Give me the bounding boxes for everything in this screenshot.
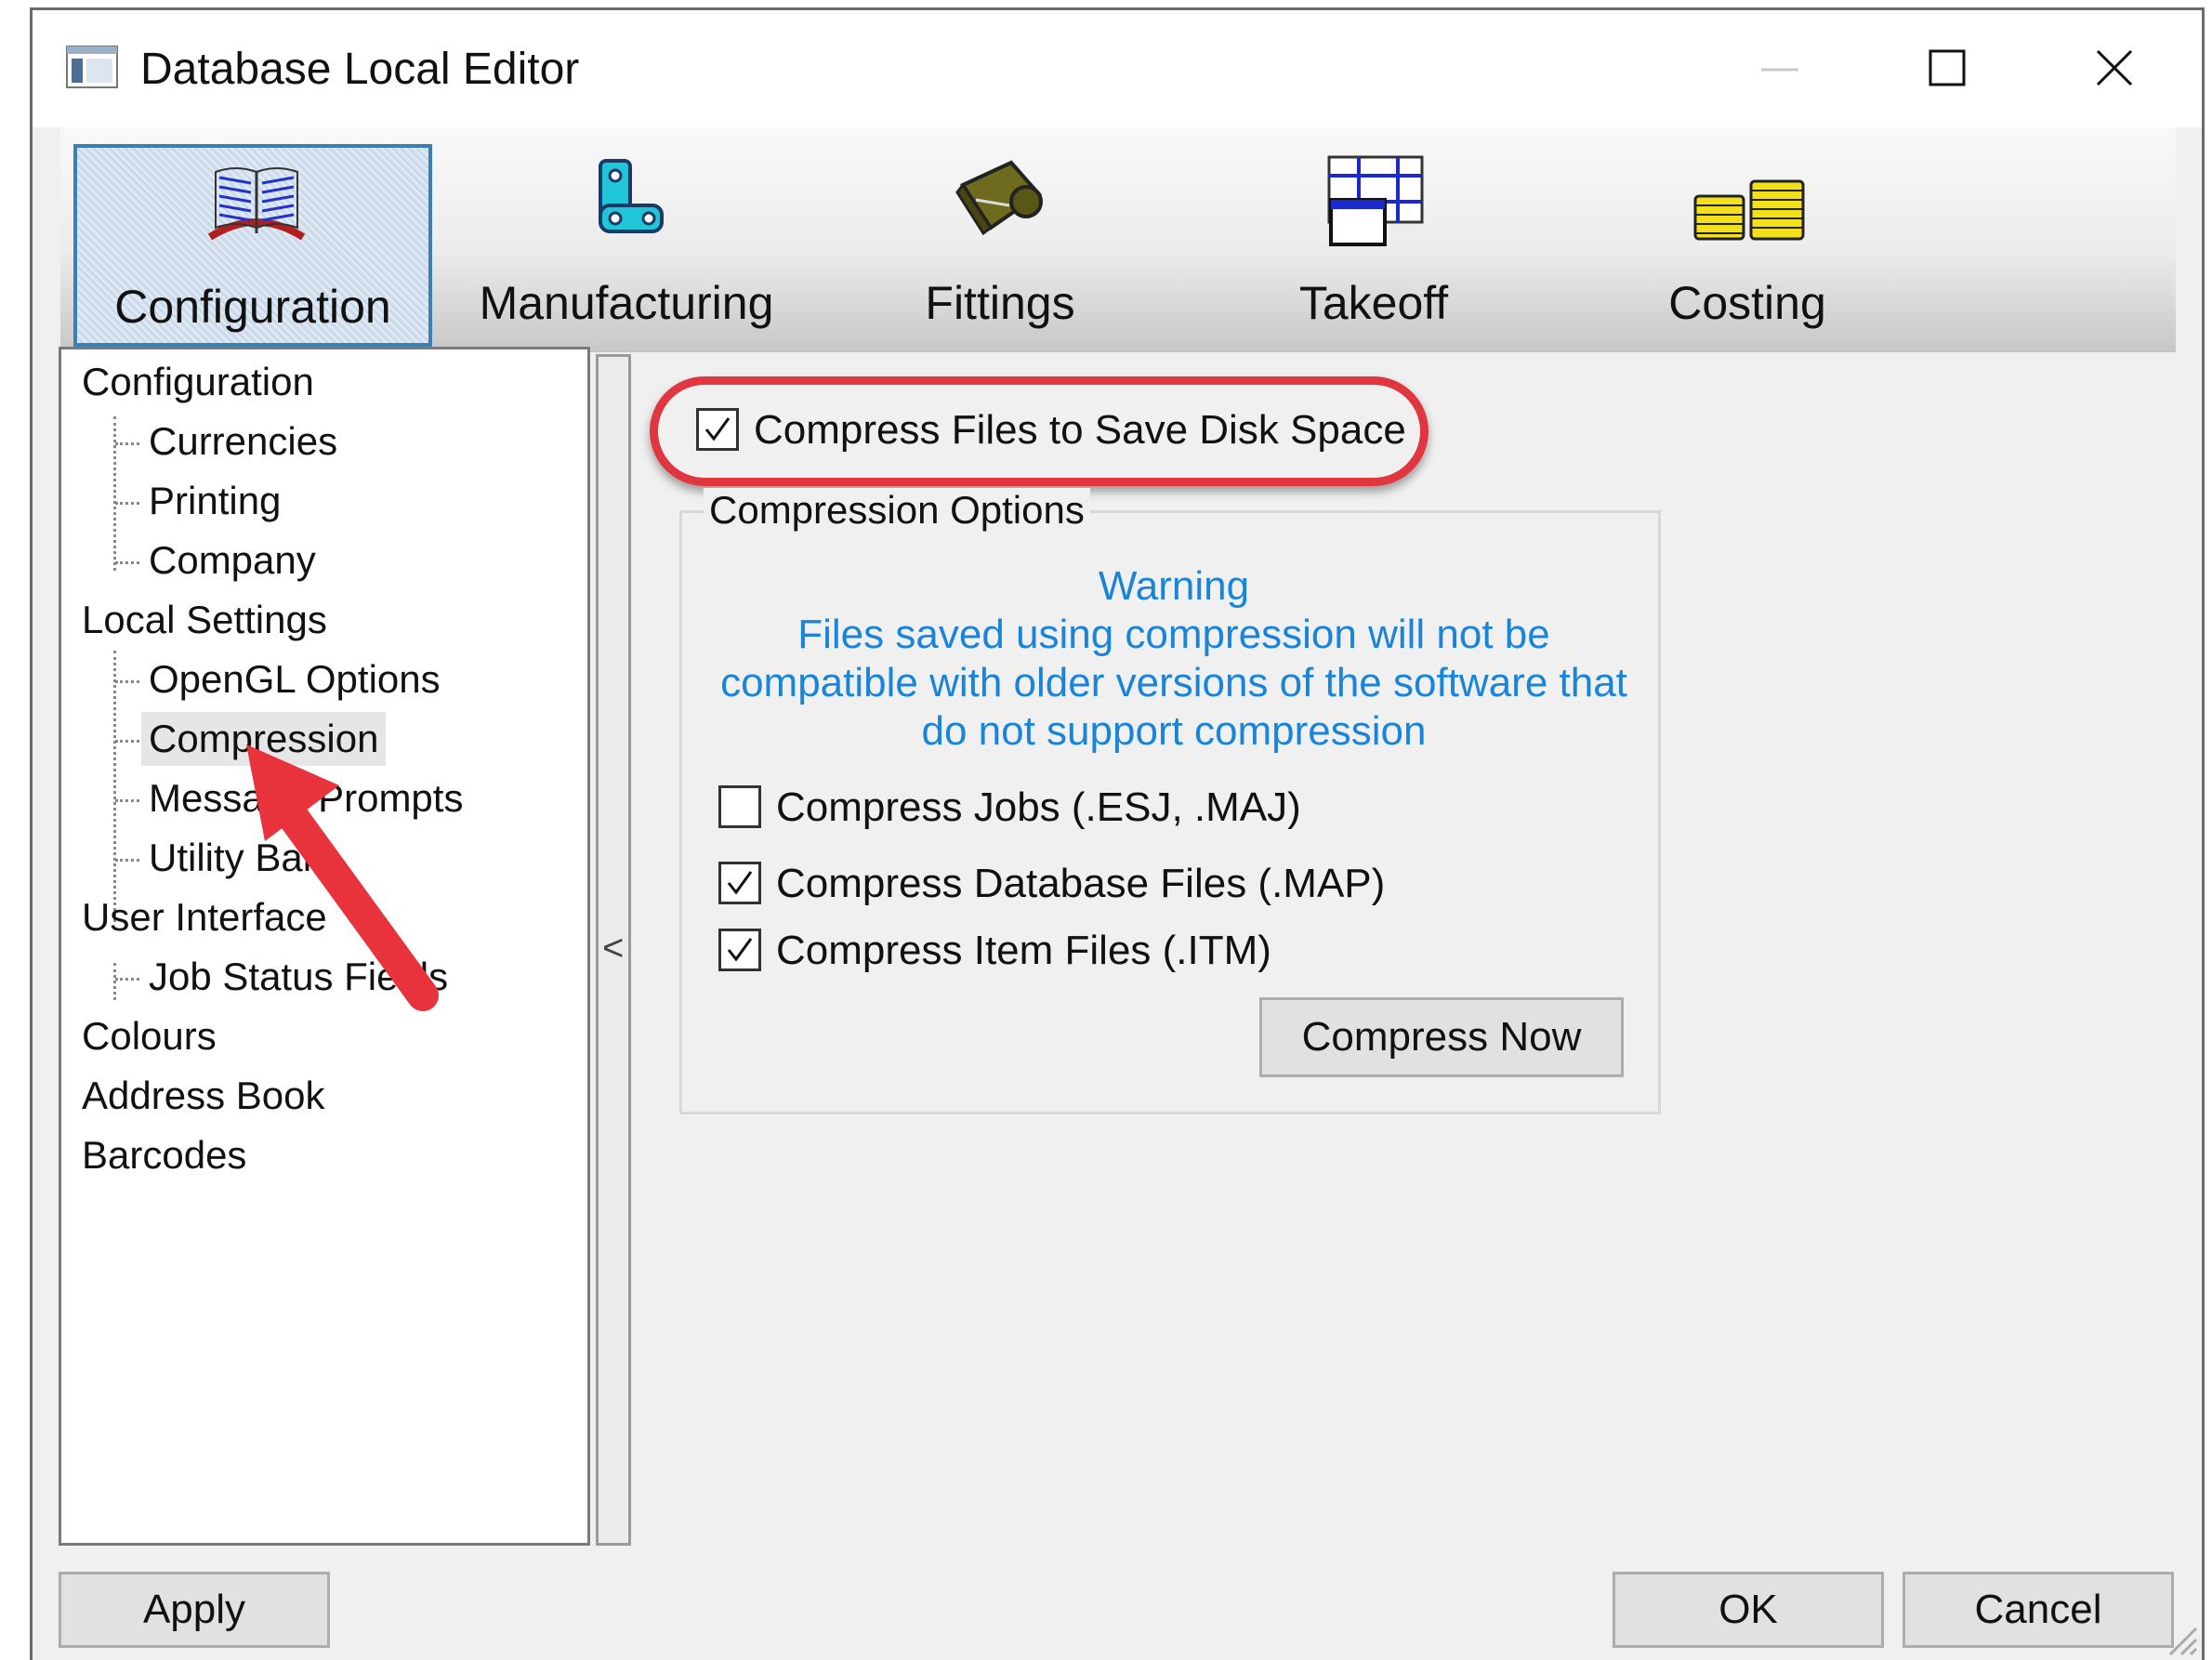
machine-icon xyxy=(599,159,664,233)
warning-line: Files saved using compression will not b… xyxy=(797,612,1550,657)
warning-line: do not support compression xyxy=(921,708,1427,754)
checkbox-box[interactable] xyxy=(718,785,761,828)
tree-connector xyxy=(115,442,139,445)
cancel-button[interactable]: Cancel xyxy=(1903,1572,2174,1648)
compress-now-button[interactable]: Compress Now xyxy=(1259,997,1624,1077)
tree-item-printing[interactable]: Printing xyxy=(149,474,281,528)
collapse-arrow-icon[interactable]: < xyxy=(602,928,624,969)
tree-item-opengl-options[interactable]: OpenGL Options xyxy=(149,652,441,706)
tree-item-local-settings[interactable]: Local Settings xyxy=(82,593,327,647)
takeoff-layout-icon xyxy=(1327,155,1424,246)
toolbar-manufacturing[interactable]: Manufacturing xyxy=(447,144,806,347)
toolbar-fittings[interactable]: Fittings xyxy=(821,144,1179,347)
annotation-arrow-icon xyxy=(246,744,439,1011)
minimize-icon[interactable] xyxy=(1705,31,1854,105)
book-icon xyxy=(207,167,306,241)
apply-button[interactable]: Apply xyxy=(59,1572,330,1648)
toolbar-label: Configuration xyxy=(114,281,391,333)
tree-item-address-book[interactable]: Address Book xyxy=(82,1069,324,1123)
close-icon[interactable] xyxy=(2040,31,2189,105)
checkbox-label: Compress Item Files (.ITM) xyxy=(776,928,1271,973)
toolbar-costing[interactable]: Costing xyxy=(1568,144,1927,347)
tree-item-currencies[interactable]: Currencies xyxy=(149,415,337,468)
database-local-editor-window: Database Local Editor Configuration Manu… xyxy=(30,7,2205,1660)
app-icon xyxy=(66,46,118,88)
toolbar-label: Manufacturing xyxy=(479,277,774,329)
resize-grip-icon[interactable] xyxy=(2161,1619,2198,1656)
tree-connector xyxy=(115,859,139,862)
tree-item-colours[interactable]: Colours xyxy=(82,1009,217,1063)
checkmark-icon xyxy=(704,417,731,441)
window-title: Database Local Editor xyxy=(140,45,580,94)
maximize-icon[interactable] xyxy=(1873,31,2021,105)
toolbar-label: Fittings xyxy=(925,277,1075,329)
warning-line: compatible with older versions of the so… xyxy=(720,660,1627,705)
group-title: Compression Options xyxy=(704,488,1090,533)
tree-item-barcodes[interactable]: Barcodes xyxy=(82,1128,246,1182)
tree-connector xyxy=(115,799,139,802)
checkbox-box[interactable] xyxy=(718,862,761,904)
panel-splitter[interactable]: < xyxy=(596,354,631,1546)
checkbox-label: Compress Files to Save Disk Space xyxy=(754,407,1406,453)
ok-button[interactable]: OK xyxy=(1613,1572,1884,1648)
tree-item-configuration[interactable]: Configuration xyxy=(82,355,314,409)
tree-connector xyxy=(115,740,139,743)
checkbox-label: Compress Jobs (.ESJ, .MAJ) xyxy=(776,784,1301,830)
checkmark-icon xyxy=(727,938,753,962)
tree-connector xyxy=(115,502,139,505)
warning-title: Warning xyxy=(1098,563,1250,609)
checkbox-box[interactable] xyxy=(696,408,739,451)
toolbar-takeoff[interactable]: Takeoff xyxy=(1194,144,1553,347)
duct-fitting-icon xyxy=(955,160,1043,236)
checkbox-box[interactable] xyxy=(718,929,761,971)
category-toolbar: Configuration Manufacturing Fittings Tak… xyxy=(60,127,2176,352)
tree-item-company[interactable]: Company xyxy=(149,534,316,587)
checkmark-icon xyxy=(727,871,753,895)
tree-connector xyxy=(113,416,116,571)
tree-connector xyxy=(113,651,116,922)
title-bar: Database Local Editor xyxy=(33,10,2202,127)
checkbox-label: Compress Database Files (.MAP) xyxy=(776,861,1386,906)
toolbar-label: Takeoff xyxy=(1298,277,1449,329)
tree-connector xyxy=(115,561,139,564)
tree-connector xyxy=(113,963,116,1000)
tree-connector xyxy=(115,680,139,683)
tree-connector xyxy=(115,978,139,981)
toolbar-configuration[interactable]: Configuration xyxy=(73,144,432,347)
coins-icon xyxy=(1693,179,1805,241)
toolbar-label: Costing xyxy=(1668,277,1826,329)
warning-message: Warning Files saved using compression wi… xyxy=(692,562,1655,756)
